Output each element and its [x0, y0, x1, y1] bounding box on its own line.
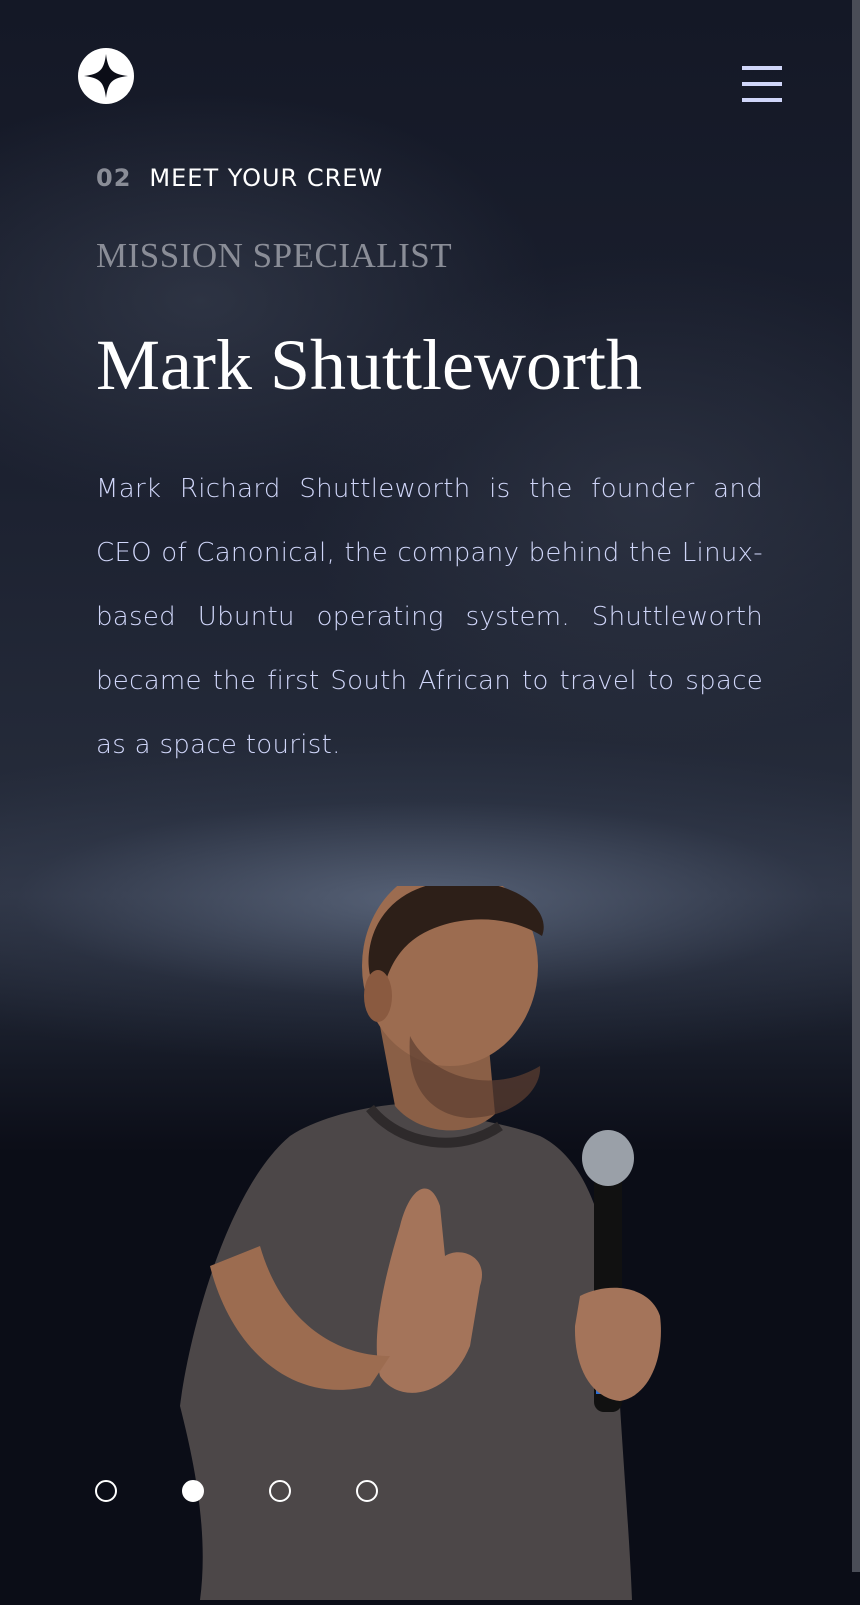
pagination-dot-4[interactable]: [356, 1480, 378, 1502]
pagination-dot-3[interactable]: [269, 1480, 291, 1502]
scrollbar[interactable]: [852, 0, 860, 1572]
pagination-dot-1[interactable]: [95, 1480, 117, 1502]
page-heading: MEET YOUR CREW: [149, 164, 384, 192]
hamburger-menu-icon[interactable]: [742, 66, 782, 106]
crew-name: Mark Shuttleworth: [96, 325, 642, 405]
crew-pagination: [95, 1480, 395, 1506]
star-logo-icon[interactable]: [78, 48, 134, 104]
pagination-dot-2[interactable]: [182, 1480, 204, 1502]
page-number: 02: [96, 164, 132, 192]
page-eyebrow: 02 MEET YOUR CREW: [96, 164, 383, 192]
crew-bio: Mark Richard Shuttleworth is the founder…: [96, 474, 763, 760]
crew-role: MISSION SPECIALIST: [96, 236, 453, 275]
